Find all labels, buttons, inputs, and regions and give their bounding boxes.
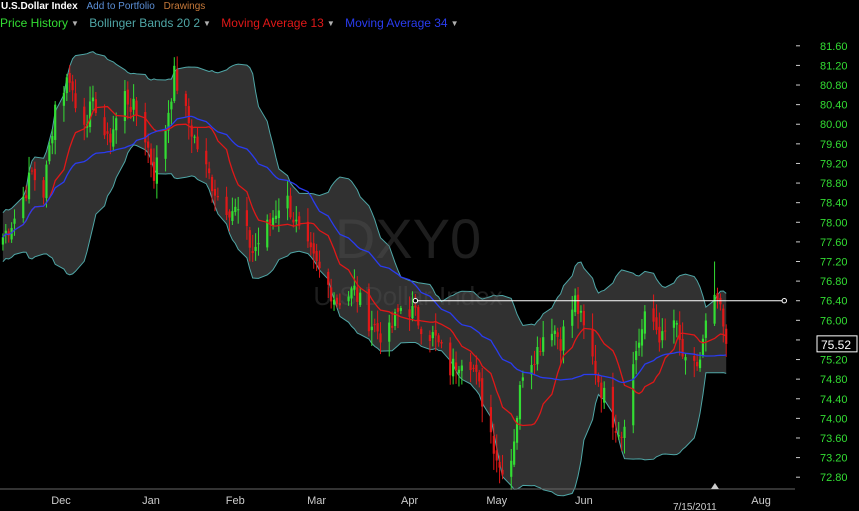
y-tick-label: 80.80 [820,80,848,92]
y-tick-label: 81.60 [820,41,848,53]
y-tick-label: 81.20 [820,60,848,72]
x-tick-label: Mar [307,495,326,507]
candle [176,56,179,95]
candle [367,283,371,337]
candle [449,337,452,385]
y-tick-label: 76.00 [820,315,848,327]
current-date-label: 7/15/2011 [673,502,717,511]
y-tick-label: 79.20 [820,158,848,170]
y-tick-label: 73.20 [820,453,848,465]
y-axis: 72.8073.2073.6074.0074.4074.8075.2075.60… [796,41,858,484]
y-tick-label: 76.80 [820,276,848,288]
x-tick-label: Dec [51,495,71,507]
x-tick-label: Feb [226,495,245,507]
watermark-symbol: DXY0 [335,207,481,270]
y-tick-label: 73.60 [820,433,848,445]
y-tick-label: 78.80 [820,178,848,190]
candle [27,156,31,204]
trend-line-handle[interactable] [781,298,787,304]
date-marker-icon[interactable] [710,483,719,489]
x-tick-label: Aug [751,495,771,507]
y-tick-label: 72.80 [820,472,848,484]
x-tick-label: May [486,495,507,507]
chart-window: U.S.Dollar Index Add to Portfolio Drawin… [0,0,859,511]
last-price-label: 75.52 [821,338,851,352]
x-tick-label: Jan [142,495,160,507]
x-tick-label: Apr [401,495,418,507]
y-tick-label: 78.40 [820,198,848,210]
y-tick-label: 74.00 [820,413,848,425]
candle [713,261,716,326]
watermark-name: U.S.Dollar Index [313,281,502,311]
candle [22,186,25,223]
x-axis: Dec Jan Feb Mar Apr May Jun Aug 7/15/2011 [0,483,795,511]
x-tick-label: Jun [575,495,593,507]
candle [173,57,176,104]
price-chart[interactable]: DXY0 U.S.Dollar Index 72.80 73.20 73.60 74.… [0,0,859,511]
trend-line-handle[interactable] [412,298,419,304]
y-tick-label: 80.40 [820,100,848,112]
y-tick-label: 77.20 [820,257,848,269]
y-tick-label: 76.40 [820,296,848,308]
y-tick-label: 80.00 [820,119,848,131]
y-tick-label: 77.60 [820,237,848,249]
y-tick-label: 79.60 [820,139,848,151]
y-tick-label: 74.40 [820,394,848,406]
candle [266,214,269,251]
y-tick-label: 74.80 [820,374,848,386]
y-tick-label: 75.20 [820,355,848,367]
bollinger-band-layer [2,51,727,497]
y-tick-label: 78.00 [820,217,848,229]
